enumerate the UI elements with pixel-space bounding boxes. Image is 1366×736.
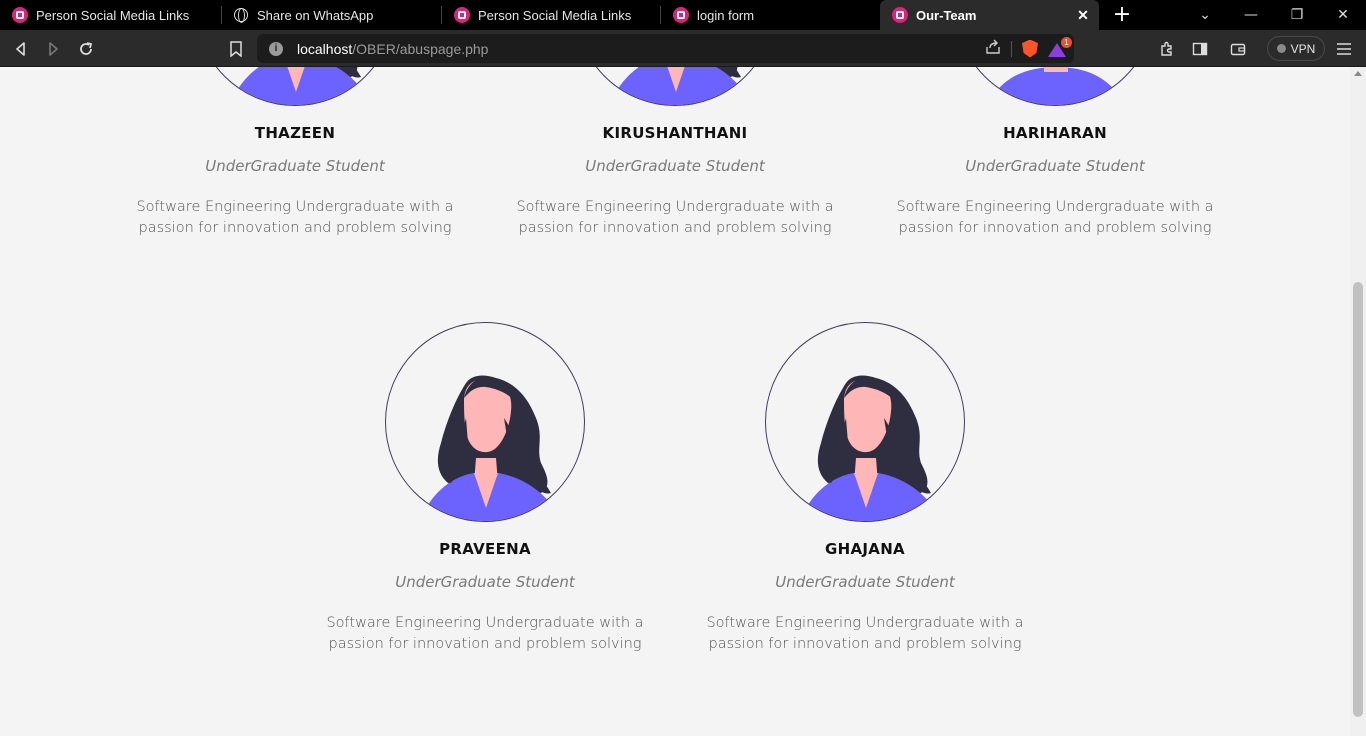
menu-icon[interactable] (1333, 38, 1355, 60)
member-role: UnderGraduate Student (965, 157, 1145, 175)
browser-tab[interactable]: Person Social Media Links (442, 0, 661, 30)
scrollbar-thumb[interactable] (1353, 282, 1363, 717)
scroll-up-arrow-icon[interactable] (1354, 71, 1362, 76)
member-name: THAZEEN (254, 124, 336, 142)
team-member-avatar (765, 322, 965, 522)
sidebar-icon[interactable] (1189, 38, 1211, 60)
url-text: localhost/OBER/abuspage.php (297, 41, 488, 57)
page-content: THAZEEN UnderGraduate Student Software E… (0, 67, 1350, 736)
team-member-avatar (195, 67, 395, 106)
brave-rewards-icon[interactable]: 1 (1048, 36, 1072, 57)
close-window-button[interactable]: ✕ (1320, 0, 1366, 30)
member-name: KIRUSHANTHANI (602, 124, 748, 142)
tab-search-icon[interactable]: ⌄ (1182, 0, 1228, 30)
team-member-avatar (575, 67, 775, 106)
member-name: PRAVEENA (439, 540, 531, 558)
app-favicon-icon (12, 7, 28, 23)
address-bar[interactable]: i localhost/OBER/abuspage.php 1 (257, 34, 1074, 63)
tab-title: Person Social Media Links (478, 7, 632, 23)
member-description: Software Engineering Undergraduate with … (516, 199, 834, 236)
member-description: Software Engineering Undergraduate with … (326, 615, 644, 652)
forward-button[interactable] (40, 36, 66, 62)
share-icon[interactable] (985, 39, 1001, 59)
member-name: HARIHARAN (1003, 124, 1107, 142)
restore-button[interactable]: ❐ (1274, 0, 1320, 30)
browser-tab[interactable]: login form (661, 0, 880, 30)
url-host: localhost (297, 40, 353, 57)
team-member-avatar (385, 322, 585, 522)
brave-shields-icon[interactable] (1022, 39, 1038, 58)
globe-icon (234, 8, 248, 23)
vpn-label: VPN (1290, 41, 1316, 56)
app-favicon-icon (454, 7, 470, 23)
extensions-icon[interactable] (1156, 38, 1178, 60)
back-button[interactable] (8, 36, 34, 62)
reload-button[interactable] (73, 36, 99, 62)
member-role: UnderGraduate Student (585, 157, 765, 175)
app-favicon-icon (892, 7, 908, 23)
tab-strip: Person Social Media Links Share on Whats… (0, 0, 1366, 30)
tab-title: login form (697, 7, 755, 23)
browser-tab[interactable]: Person Social Media Links (0, 0, 222, 30)
wallet-icon[interactable] (1227, 38, 1249, 60)
vpn-status-icon (1276, 44, 1286, 53)
browser-tab-active[interactable]: Our-Team ✕ (880, 0, 1099, 30)
browser-toolbar: i localhost/OBER/abuspage.php 1 VPN (0, 30, 1366, 67)
divider (1011, 40, 1012, 57)
browser-tab[interactable]: Share on WhatsApp (222, 0, 442, 30)
minimize-button[interactable]: — (1228, 0, 1274, 30)
url-path: /OBER/abuspage.php (352, 40, 489, 57)
bookmark-icon[interactable] (223, 36, 249, 62)
new-tab-button[interactable]: + (1110, 2, 1134, 28)
close-tab-icon[interactable]: ✕ (1075, 7, 1091, 23)
tab-title: Our-Team (916, 7, 977, 23)
address-bar-actions: 1 (985, 36, 1072, 59)
member-description: Software Engineering Undergraduate with … (706, 615, 1024, 652)
app-favicon-icon (673, 7, 689, 23)
member-description: Software Engineering Undergraduate with … (136, 199, 454, 236)
member-role: UnderGraduate Student (205, 157, 385, 175)
tab-title: Share on WhatsApp (257, 7, 374, 23)
vpn-button[interactable]: VPN (1267, 36, 1325, 61)
member-name: GHAJANA (825, 540, 905, 558)
member-role: UnderGraduate Student (395, 573, 575, 591)
member-role: UnderGraduate Student (775, 573, 955, 591)
member-description: Software Engineering Undergraduate with … (896, 199, 1214, 236)
site-info-icon[interactable]: i (269, 41, 283, 56)
tab-title: Person Social Media Links (36, 7, 190, 23)
rewards-badge: 1 (1061, 36, 1072, 48)
page-scrollbar[interactable] (1350, 67, 1366, 736)
team-member-avatar (955, 67, 1155, 106)
